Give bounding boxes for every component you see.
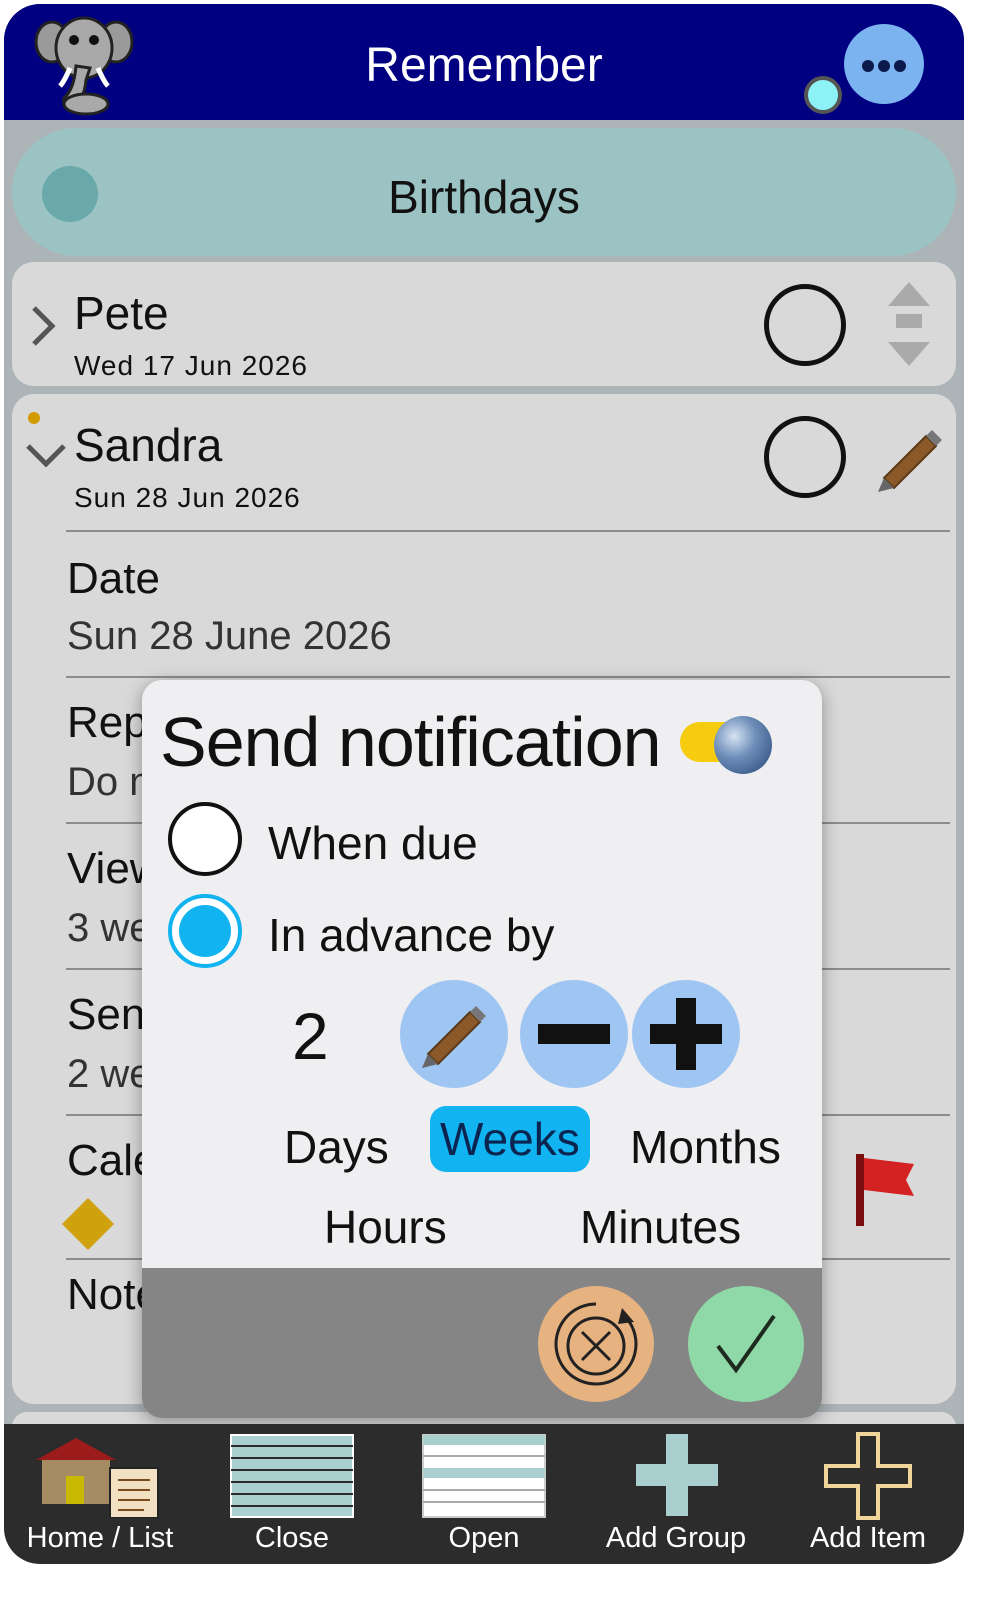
add-item-button[interactable]: Add Item [772,1424,964,1564]
open-label: Open [448,1522,520,1554]
list-item-pete[interactable]: Pete Wed 17 Jun 2026 [12,262,956,386]
item-date: Wed 17 Jun 2026 [74,350,308,381]
app-frame: Remember Birthdays Pete Wed 17 Jun 2026 [4,4,964,1564]
decrement-button[interactable] [520,980,628,1088]
minus-icon [538,1024,610,1044]
send-value[interactable]: 2 we [67,1052,152,1097]
open-button[interactable]: Open [388,1424,580,1564]
notification-toggle[interactable] [680,716,772,774]
complete-circle-icon[interactable] [764,416,846,498]
date-label: Date [67,554,160,603]
in-advance-label[interactable]: In advance by [268,908,554,962]
repeat-value[interactable]: Do n [67,760,152,805]
increment-button[interactable] [632,980,740,1088]
add-item-label: Add Item [809,1522,927,1554]
dialog-title: Send notification [160,703,662,781]
complete-circle-icon[interactable] [764,284,846,366]
repeat-label: Rep [67,698,148,747]
send-notification-dialog: Send notification When due In advance by… [142,680,822,1418]
add-group-label: Add Group [605,1522,747,1554]
cancel-undo-icon [554,1302,638,1386]
bottom-toolbar: Home / List Close Open Add Group Add Ite… [4,1424,964,1564]
plus-icon [650,998,722,1070]
item-date: Sun 28 Jun 2026 [74,482,301,513]
edit-count-button[interactable] [400,980,508,1088]
cancel-button[interactable] [538,1286,654,1402]
unit-months[interactable]: Months [630,1120,781,1174]
divider [66,530,950,532]
add-group-button[interactable]: Add Group [580,1424,772,1564]
dot-icon [878,60,890,72]
item-name: Sandra [74,419,223,471]
reorder-arrows-icon[interactable] [884,280,934,368]
dialog-footer [142,1268,822,1418]
sync-status-indicator[interactable] [804,76,842,114]
close-label: Close [254,1522,330,1554]
add-group-plus-icon [636,1434,718,1516]
when-due-label[interactable]: When due [268,816,478,870]
unit-hours[interactable]: Hours [324,1200,447,1254]
pencil-edit-icon [422,1006,486,1068]
group-header-birthdays[interactable]: Birthdays [12,128,956,256]
checkmark-icon [716,1314,776,1374]
toggle-knob [714,716,772,774]
more-menu-button[interactable] [844,24,924,104]
expand-all-icon [422,1434,546,1518]
close-button[interactable]: Close [196,1424,388,1564]
divider [66,676,950,678]
chevron-down-icon[interactable] [24,440,68,470]
chevron-right-icon[interactable] [28,304,58,348]
unit-days[interactable]: Days [284,1120,389,1174]
indicator-dot [28,412,40,424]
radio-in-advance[interactable] [168,894,242,968]
group-title: Birthdays [388,171,580,223]
dot-icon [894,60,906,72]
unit-minutes[interactable]: Minutes [580,1200,741,1254]
home-list-icon [36,1438,159,1518]
date-value[interactable]: Sun 28 June 2026 [67,614,392,659]
home-list-label: Home / List [26,1522,174,1554]
flag-icon[interactable] [850,1150,920,1230]
pencil-edit-icon[interactable] [874,424,944,494]
unit-weeks[interactable]: Weeks [430,1106,590,1172]
add-item-plus-icon [824,1432,912,1520]
radio-when-due[interactable] [168,802,242,876]
item-name: Pete [74,287,169,339]
top-bar: Remember [4,4,964,120]
collapse-all-icon [230,1434,354,1518]
home-list-button[interactable]: Home / List [4,1424,196,1564]
view-value[interactable]: 3 we [67,906,152,951]
advance-count: 2 [292,999,329,1073]
confirm-button[interactable] [688,1286,804,1402]
dot-icon [862,60,874,72]
send-label: Sen [67,990,146,1039]
diamond-icon[interactable] [58,1194,118,1254]
